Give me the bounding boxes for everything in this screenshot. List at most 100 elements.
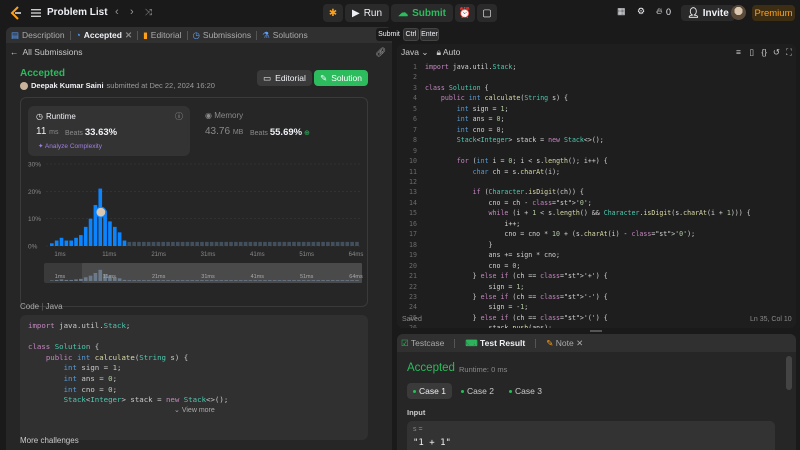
code-line: int sign = 1; xyxy=(63,363,122,373)
tab-editorial[interactable]: ▮ Editorial xyxy=(138,27,186,43)
minimap-bar xyxy=(335,280,340,281)
format-icon[interactable]: ≡ xyxy=(736,47,741,57)
settings-gear-icon[interactable]: ⚙ xyxy=(637,6,645,17)
solution-button[interactable]: ✎ Solution xyxy=(314,70,368,86)
premium-button[interactable]: Premium xyxy=(752,5,795,21)
code-line[interactable]: import java.util.Stack; xyxy=(425,62,751,72)
code-line[interactable]: } else if (ch == class="st">'+') { xyxy=(425,271,751,281)
shuffle-icon[interactable]: ⤨ xyxy=(145,7,152,18)
alarm-icon[interactable]: ⏰ xyxy=(454,4,475,22)
chart-bar xyxy=(301,241,306,246)
minimap-bar xyxy=(234,280,238,281)
code-line[interactable]: if (Character.isDigit(ch)) { xyxy=(425,187,751,197)
code-line[interactable]: sign = 1; xyxy=(425,282,751,292)
bookmark-icon[interactable]: ▯ xyxy=(749,47,754,58)
code-line[interactable]: i++; xyxy=(425,219,751,229)
code-line[interactable] xyxy=(425,72,751,82)
minimap-bar xyxy=(292,280,296,281)
case-2-tab[interactable]: Case 2 xyxy=(455,383,500,399)
leetcode-logo-icon[interactable] xyxy=(8,5,24,21)
reset-icon[interactable]: ↺ xyxy=(773,47,780,58)
chart-bar xyxy=(166,241,170,246)
prev-problem-icon[interactable]: ‹ xyxy=(115,6,119,18)
invite-button[interactable]: 👤︎ Invite xyxy=(681,5,735,21)
problem-list-link[interactable]: Problem List xyxy=(47,7,108,18)
code-header: Code | Java xyxy=(20,302,63,311)
code-line[interactable]: char ch = s.charAt(i); xyxy=(425,167,751,177)
line-number: 18 xyxy=(409,240,417,249)
user-avatar[interactable] xyxy=(731,5,746,20)
tab-test-result[interactable]: ⌨ Test Result xyxy=(465,338,525,349)
minimap-bar xyxy=(238,280,243,281)
all-submissions-link[interactable]: All Submissions xyxy=(23,47,83,57)
fullscreen-icon[interactable]: ⛶ xyxy=(786,47,792,58)
view-more-button[interactable]: ⌄ View more xyxy=(174,406,215,414)
chart-bar xyxy=(112,226,117,246)
code-line[interactable]: cno = ch - class="st">'0'; xyxy=(425,198,751,208)
tab-submissions[interactable]: ◷ Submissions xyxy=(188,27,257,43)
code-line[interactable]: } else if (ch == class="st">'-') { xyxy=(425,292,751,302)
code-line[interactable]: for (int i = 0; i < s.length(); i++) { xyxy=(425,156,751,166)
x-tick-label: 21ms xyxy=(151,252,166,258)
share-link-icon[interactable]: 🔗︎ xyxy=(375,47,386,58)
scrollbar-thumb[interactable] xyxy=(786,356,792,390)
editorial-button[interactable]: ▭ Editorial xyxy=(257,70,312,86)
code-line[interactable]: class Solution { xyxy=(425,83,751,93)
minimap-bar xyxy=(287,280,291,281)
code-line[interactable]: } xyxy=(425,240,751,250)
code-line[interactable] xyxy=(425,146,751,156)
input-var-name: s = xyxy=(413,426,423,433)
tab-solutions[interactable]: ⚗ Solutions xyxy=(257,27,313,43)
memory-chip-icon: ◉ xyxy=(205,111,212,120)
author-name[interactable]: Deepak Kumar Saini xyxy=(31,81,104,90)
code-editor[interactable]: import java.util.Stack; class Solution {… xyxy=(425,62,751,328)
runtime-distribution-chart[interactable]: 30% 20% 10% 0% 1ms 11ms 21ms 31ms 41ms 51ms 64ms 1m… xyxy=(28,158,364,302)
enter-key: Enter xyxy=(420,28,439,41)
next-problem-icon[interactable]: › xyxy=(130,6,134,18)
chart-bar xyxy=(238,241,243,246)
code-line[interactable]: sign = -1; xyxy=(425,302,751,312)
case-1-tab[interactable]: Case 1 xyxy=(407,383,452,399)
code-line[interactable]: while (i + 1 < s.length() && Character.i… xyxy=(425,208,751,218)
auto-toggle[interactable]: 🔒︎ Auto xyxy=(436,47,460,58)
analyze-complexity-link[interactable]: ✦ Analyze Complexity xyxy=(38,142,102,150)
info-icon[interactable]: ⓘ xyxy=(175,111,183,122)
horizontal-resize-handle[interactable] xyxy=(590,330,602,332)
problem-list-icon[interactable] xyxy=(30,7,42,19)
code-line[interactable]: cno = 0; xyxy=(425,261,751,271)
code-line[interactable]: int cno = 0; xyxy=(425,125,751,135)
debug-icon[interactable]: ✱ xyxy=(323,4,343,22)
code-line[interactable]: } else if (ch == class="st">'(') { xyxy=(425,313,751,323)
minimap-bar xyxy=(74,279,78,281)
code-line[interactable] xyxy=(425,177,751,187)
tab-testcase[interactable]: ☑ Testcase xyxy=(401,338,444,349)
code-line[interactable]: public int calculate(String s) { xyxy=(425,93,751,103)
fire-streak-icon[interactable]: 🔥︎ xyxy=(656,6,663,17)
notes-icon[interactable]: ▢ xyxy=(476,4,497,22)
submit-button[interactable]: ☁ Submit xyxy=(391,4,453,22)
braces-icon[interactable]: {} xyxy=(761,47,767,57)
code-line[interactable]: Stack<Integer> stack = new Stack<>(); xyxy=(425,135,751,145)
case-3-tab[interactable]: Case 3 xyxy=(503,383,548,399)
chart-bar xyxy=(209,241,214,246)
memory-beats: Beats 55.69% ⊕ xyxy=(250,127,310,138)
tab-note[interactable]: ✎ Note ✕ xyxy=(546,338,583,349)
language-select[interactable]: Java ⌄ xyxy=(401,47,428,58)
close-tab-icon[interactable]: ✕ xyxy=(125,30,132,41)
close-tab-icon[interactable]: ✕ xyxy=(576,338,583,348)
tab-description[interactable]: ▤ Description xyxy=(6,27,70,43)
run-button[interactable]: ▶ Run xyxy=(345,4,390,22)
chart-bar xyxy=(108,221,112,246)
code-line[interactable]: int ans = 0; xyxy=(425,114,751,124)
code-line[interactable]: ans += sign * cno; xyxy=(425,250,751,260)
code-line[interactable]: int sign = 1; xyxy=(425,104,751,114)
chart-bar xyxy=(326,241,330,246)
streak-count: 0 xyxy=(666,7,672,17)
divider xyxy=(535,338,537,348)
back-arrow-icon[interactable]: ← xyxy=(10,47,19,57)
tab-accepted[interactable]: ◔ Accepted ✕ xyxy=(71,27,138,43)
layout-icon[interactable]: ▦ xyxy=(617,6,626,17)
code-line[interactable]: stack.push(ans); xyxy=(425,323,751,328)
code-line[interactable]: cno = cno * 10 + (s.charAt(i) - class="s… xyxy=(425,229,751,239)
x-tick-label: 41ms xyxy=(250,252,265,258)
